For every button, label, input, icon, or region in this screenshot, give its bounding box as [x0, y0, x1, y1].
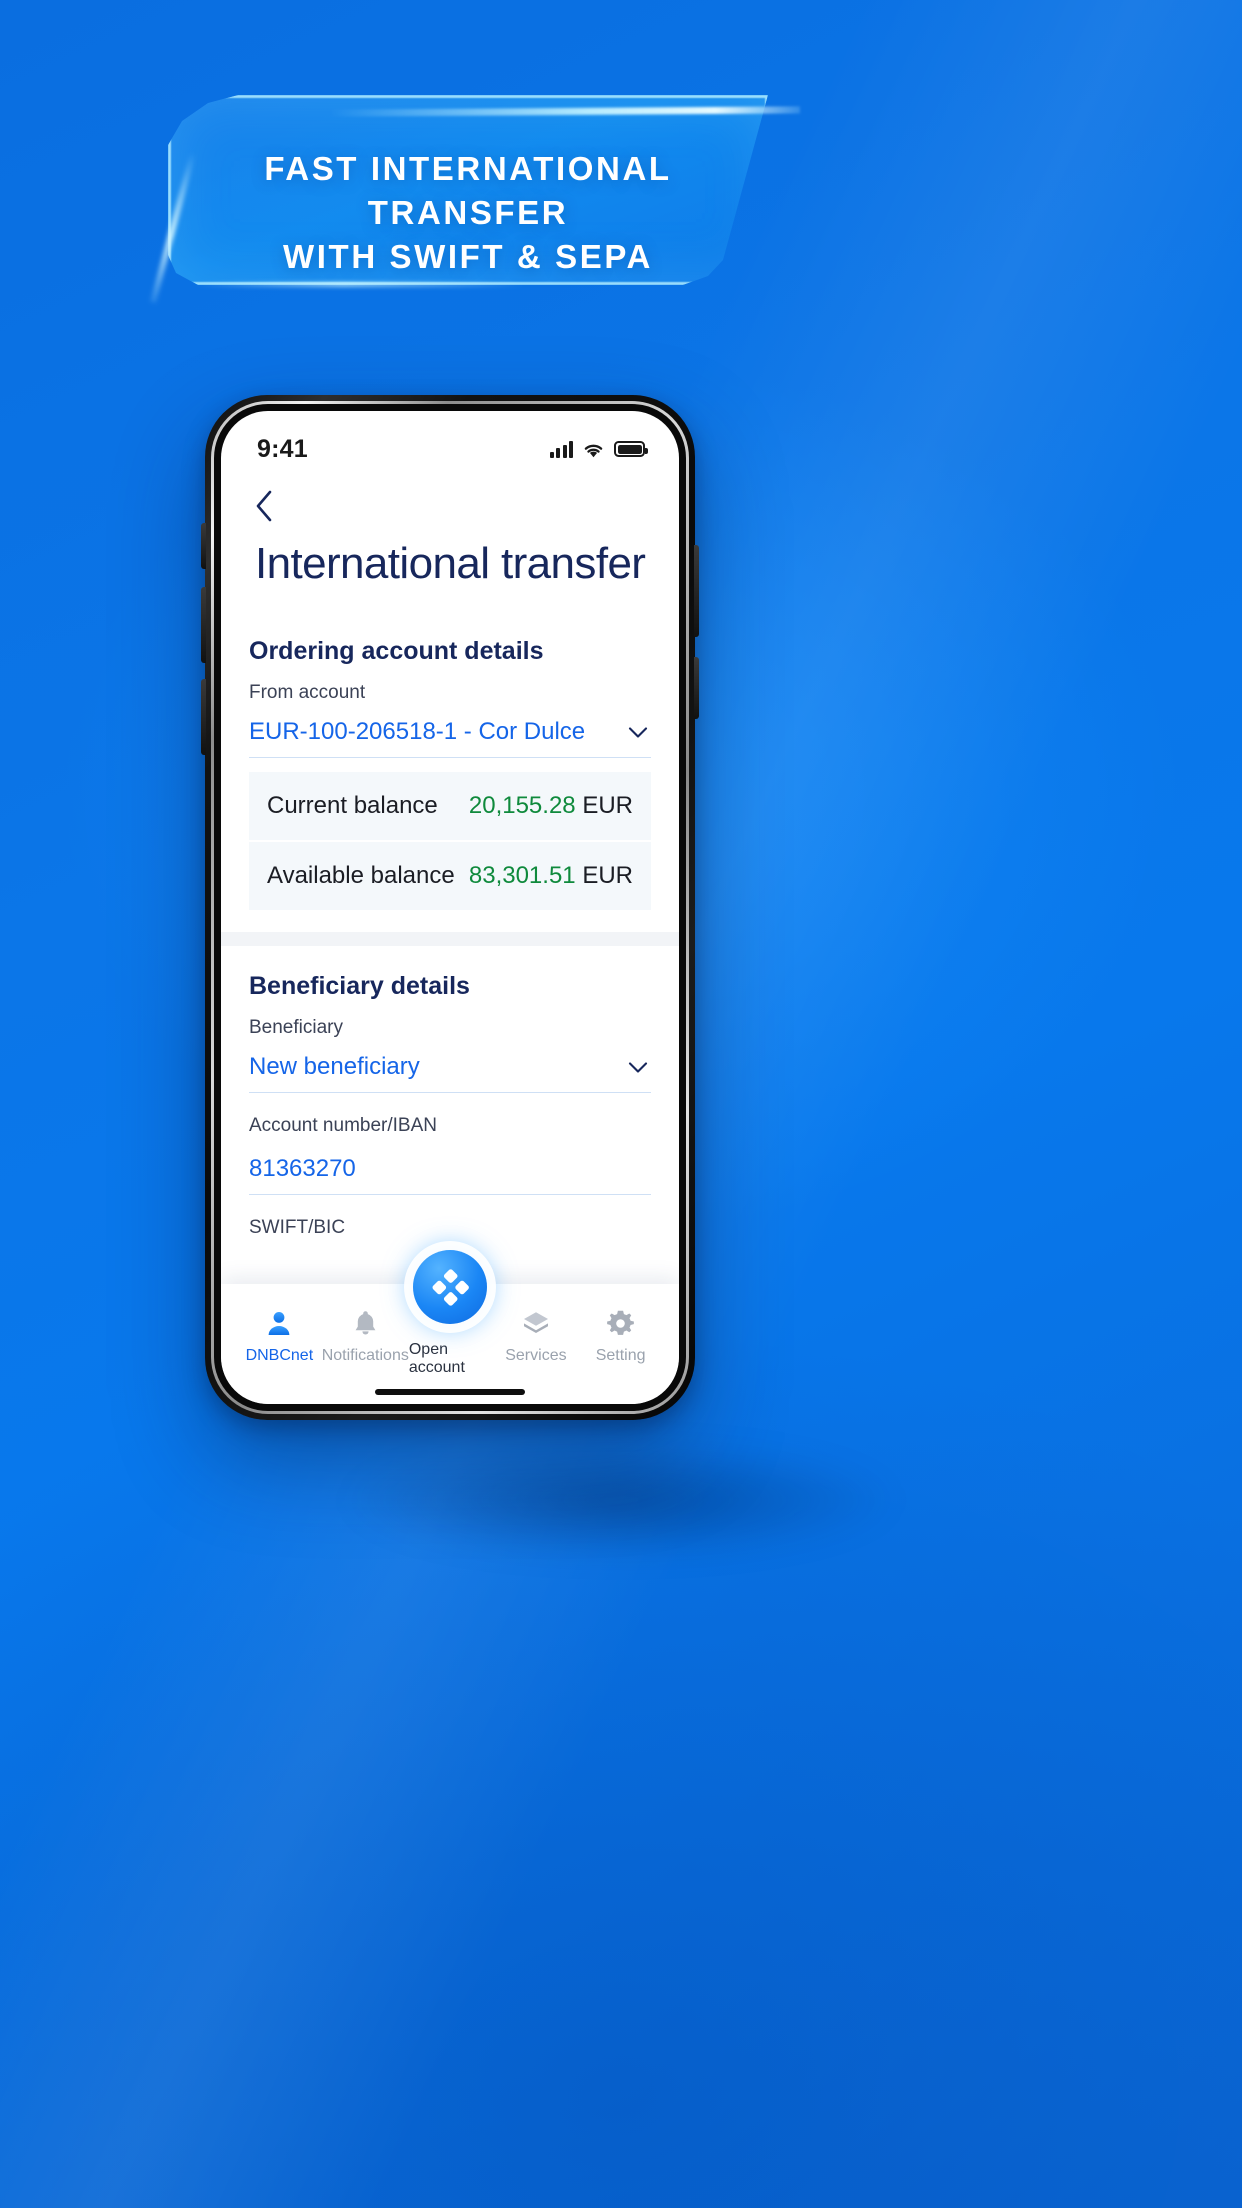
phone-screen: 9:41 International transfer Ordering acc…: [221, 411, 679, 1404]
open-account-fab-button[interactable]: [413, 1250, 487, 1324]
phone-metal-rim: 9:41 International transfer Ordering acc…: [211, 401, 689, 1414]
banner-headline-line1: FAST INTERNATIONAL TRANSFER: [264, 150, 672, 231]
ordering-account-card: Ordering account details From account EU…: [221, 611, 679, 932]
phone-mute-switch: [201, 523, 206, 569]
balance-amount-currency: EUR: [582, 792, 633, 819]
battery-full-icon: [614, 441, 648, 457]
nav-label: Notifications: [321, 1347, 409, 1364]
phone-mockup: 9:41 International transfer Ordering acc…: [201, 395, 699, 1420]
phone-side-button: [694, 657, 699, 719]
from-account-value: EUR-100-206518-1 - Cor Dulce: [249, 718, 586, 745]
balance-amount: 20,155.28 EUR: [469, 792, 633, 820]
balance-label: Available balance: [267, 862, 455, 889]
from-account-select[interactable]: EUR-100-206518-1 - Cor Dulce: [249, 718, 651, 758]
from-account-label: From account: [249, 682, 366, 703]
page-title: International transfer: [255, 539, 646, 588]
account-number-input[interactable]: 81363270: [249, 1155, 651, 1195]
balance-label: Current balance: [267, 792, 438, 819]
swift-bic-label: SWIFT/BIC: [249, 1217, 346, 1238]
bell-icon: [352, 1308, 379, 1338]
balance-amount-number: 83,301.51: [468, 862, 576, 889]
phone-volume-up-button: [201, 587, 206, 663]
balance-list: Current balance 20,155.28 EUR Available …: [249, 772, 651, 910]
account-number-group: Account number/IBAN 81363270: [249, 1093, 651, 1195]
home-indicator: [375, 1389, 525, 1395]
phone-volume-down-button: [201, 679, 206, 755]
account-number-label: Account number/IBAN: [249, 1115, 437, 1136]
diamond-grid-icon: [432, 1269, 469, 1306]
beneficiary-select[interactable]: New beneficiary: [249, 1053, 651, 1093]
beneficiary-value: New beneficiary: [249, 1053, 420, 1080]
back-button[interactable]: [255, 483, 295, 529]
balance-amount-number: 20,155.28: [468, 792, 576, 819]
balance-amount-currency: EUR: [582, 862, 633, 889]
gear-icon: [606, 1308, 635, 1338]
banner-bottom-glow: [195, 282, 525, 287]
promo-banner: FAST INTERNATIONAL TRANSFER WITH SWIFT &…: [168, 95, 768, 285]
status-bar-time: 9:41: [257, 434, 308, 463]
bottom-navigation-bar: DNBCnet Notifications Open account Servi…: [221, 1250, 679, 1404]
phone-power-button: [694, 545, 699, 637]
form-scroll-area[interactable]: Ordering account details From account EU…: [221, 611, 679, 1251]
nav-item-setting[interactable]: Setting: [578, 1308, 663, 1365]
balance-amount: 83,301.51 EUR: [469, 862, 633, 890]
chevron-down-icon: [628, 727, 648, 738]
chevron-left-icon: [256, 490, 272, 522]
beneficiary-card-title: Beneficiary details: [249, 972, 470, 1000]
layers-icon: [522, 1308, 550, 1338]
status-bar: 9:41: [221, 411, 679, 473]
status-bar-icons: [549, 440, 648, 458]
cellular-signal-icon: [549, 440, 573, 458]
beneficiary-card: Beneficiary details Beneficiary New bene…: [221, 946, 679, 1251]
balance-row-current: Current balance 20,155.28 EUR: [249, 772, 651, 842]
nav-label: Open account: [408, 1341, 465, 1376]
phone-bezel: 9:41 International transfer Ordering acc…: [214, 404, 686, 1411]
user-icon: [265, 1308, 293, 1338]
balance-row-available: Available balance 83,301.51 EUR: [249, 842, 651, 910]
poster-canvas: FAST INTERNATIONAL TRANSFER WITH SWIFT &…: [0, 0, 1242, 2208]
nav-item-dnbcnet[interactable]: DNBCnet: [237, 1308, 322, 1365]
nav-item-notifications[interactable]: Notifications: [322, 1308, 409, 1365]
app-header: International transfer: [221, 473, 679, 589]
phone-floor-shadow: [341, 1440, 901, 1560]
chevron-down-icon: [628, 1062, 648, 1073]
beneficiary-label: Beneficiary: [249, 1017, 343, 1038]
swift-bic-group: SWIFT/BIC MOYHAY22XXX: [249, 1195, 651, 1251]
nav-item-services[interactable]: Services: [494, 1308, 579, 1365]
nav-label: Setting: [595, 1347, 646, 1364]
nav-label: Services: [505, 1347, 567, 1364]
wifi-icon: [582, 441, 605, 458]
banner-headline-line2: WITH SWIFT & SEPA: [283, 237, 653, 275]
ordering-account-card-title: Ordering account details: [249, 637, 544, 665]
banner-headline: FAST INTERNATIONAL TRANSFER WITH SWIFT &…: [168, 147, 768, 279]
nav-label: DNBCnet: [245, 1347, 314, 1364]
nav-item-open-account[interactable]: Open account: [408, 1250, 494, 1377]
